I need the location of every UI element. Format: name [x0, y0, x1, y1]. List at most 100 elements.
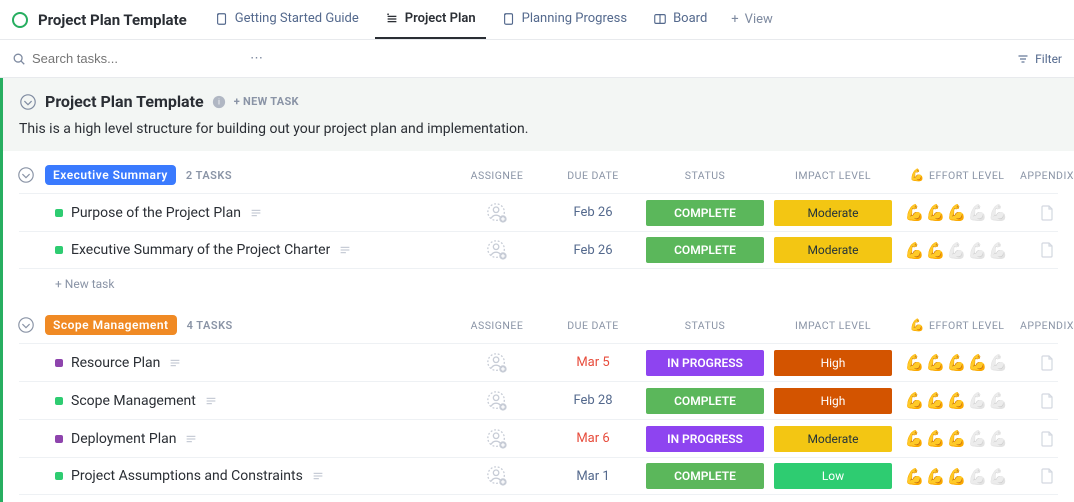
task-title[interactable]: Executive Summary of the Project Charter [71, 242, 330, 258]
description-icon[interactable] [338, 243, 352, 257]
task-title[interactable]: Deployment Plan [71, 431, 176, 447]
assignee-cell[interactable] [449, 465, 545, 487]
col-impact: IMPACT LEVEL [769, 169, 897, 182]
add-task-button[interactable]: + New task [19, 269, 1058, 301]
effort-cell[interactable]: 💪💪💪💪💪 [897, 241, 1017, 260]
tab-planning-progress[interactable]: Planning Progress [492, 0, 637, 39]
description-icon[interactable] [311, 469, 325, 483]
task-title[interactable]: Purpose of the Project Plan [71, 205, 241, 221]
task-name-cell: Resource Plan [19, 355, 449, 371]
status-cell[interactable]: COMPLETE [641, 463, 769, 489]
impact-cell[interactable]: Moderate [769, 426, 897, 452]
effort-cell[interactable]: 💪💪💪💪💪 [897, 391, 1017, 410]
appendix-cell[interactable] [1017, 392, 1074, 410]
filter-button[interactable]: Filter [1017, 52, 1062, 66]
task-row[interactable]: Deployment Plan Mar 6 IN PROGRESS Modera… [19, 419, 1058, 457]
info-icon[interactable]: i [212, 95, 226, 109]
assignee-cell[interactable] [449, 202, 545, 224]
status-dot-icon [55, 472, 63, 480]
topbar: Project Plan Template Getting Started Gu… [0, 0, 1074, 40]
task-row[interactable]: Project Assumptions and Constraints Mar … [19, 457, 1058, 495]
description-icon[interactable] [168, 356, 182, 370]
col-status: STATUS [641, 169, 769, 182]
page-title: Project Plan Template [38, 11, 187, 29]
due-date-cell[interactable]: Feb 26 [545, 205, 641, 220]
filter-icon [1017, 53, 1029, 65]
status-dot-icon [55, 246, 63, 254]
status-cell[interactable]: IN PROGRESS [641, 350, 769, 376]
section-task-count: 4 TASKS [187, 319, 233, 332]
status-cell[interactable]: COMPLETE [641, 388, 769, 414]
effort-cell[interactable]: 💪💪💪💪💪 [897, 353, 1017, 372]
description-icon[interactable] [204, 394, 218, 408]
col-due: DUE DATE [545, 169, 641, 182]
section-badge[interactable]: Executive Summary [45, 165, 176, 185]
task-row[interactable]: Executive Summary of the Project Charter… [19, 231, 1058, 269]
col-impact: IMPACT LEVEL [769, 319, 897, 332]
status-dot-icon [55, 359, 63, 367]
task-row[interactable]: Scope Management Feb 28 COMPLETE High 💪💪… [19, 381, 1058, 419]
impact-cell[interactable]: High [769, 388, 897, 414]
due-date-cell[interactable]: Mar 5 [545, 355, 641, 370]
tab-getting-started[interactable]: Getting Started Guide [205, 0, 369, 39]
status-cell[interactable]: IN PROGRESS [641, 426, 769, 452]
col-appendix: APPENDIX [1017, 169, 1074, 182]
status-cell[interactable]: COMPLETE [641, 200, 769, 226]
more-menu-button[interactable]: ⋯ [250, 51, 263, 66]
search-input[interactable] [32, 51, 232, 66]
searchbar: ⋯ Filter [0, 40, 1074, 78]
tab-board[interactable]: Board [643, 0, 717, 39]
impact-cell[interactable]: Low [769, 463, 897, 489]
task-row[interactable]: Purpose of the Project Plan Feb 26 COMPL… [19, 193, 1058, 231]
collapse-toggle-icon[interactable] [19, 93, 37, 111]
effort-cell[interactable]: 💪💪💪💪💪 [897, 429, 1017, 448]
appendix-cell[interactable] [1017, 354, 1074, 372]
description-icon[interactable] [184, 432, 198, 446]
collapse-toggle-icon[interactable] [17, 316, 35, 334]
flex-arm-icon: 💪 [910, 318, 925, 332]
impact-cell[interactable]: High [769, 350, 897, 376]
add-view-button[interactable]: + View [723, 0, 781, 39]
assignee-cell[interactable] [449, 352, 545, 374]
appendix-cell[interactable] [1017, 204, 1074, 222]
assignee-cell[interactable] [449, 239, 545, 261]
search-icon [12, 52, 26, 66]
collapse-toggle-icon[interactable] [17, 166, 35, 184]
impact-cell[interactable]: Moderate [769, 200, 897, 226]
appendix-cell[interactable] [1017, 430, 1074, 448]
new-task-button[interactable]: + NEW TASK [234, 95, 299, 108]
col-due: DUE DATE [545, 319, 641, 332]
impact-cell[interactable]: Moderate [769, 237, 897, 263]
svg-text:i: i [218, 97, 220, 106]
status-cell[interactable]: COMPLETE [641, 237, 769, 263]
status-chip: COMPLETE [646, 237, 764, 263]
task-name-cell: Scope Management [19, 393, 449, 409]
add-task-button[interactable]: + New task [19, 495, 1058, 502]
assignee-cell[interactable] [449, 390, 545, 412]
task-title[interactable]: Project Assumptions and Constraints [71, 468, 303, 484]
assignee-cell[interactable] [449, 428, 545, 450]
file-icon [1039, 241, 1055, 259]
due-date-cell[interactable]: Feb 28 [545, 393, 641, 408]
status-dot-icon [55, 397, 63, 405]
description-icon[interactable] [249, 206, 263, 220]
filter-label: Filter [1035, 52, 1062, 66]
section: Executive Summary 2 TASKS ASSIGNEE DUE D… [3, 151, 1074, 301]
due-date-cell[interactable]: Mar 1 [545, 469, 641, 484]
section-badge[interactable]: Scope Management [45, 315, 177, 335]
due-date-cell[interactable]: Feb 26 [545, 243, 641, 258]
list-pin-icon [385, 12, 399, 26]
effort-cell[interactable]: 💪💪💪💪💪 [897, 467, 1017, 486]
effort-cell[interactable]: 💪💪💪💪💪 [897, 203, 1017, 222]
impact-chip: Moderate [774, 237, 892, 263]
tab-project-plan[interactable]: Project Plan [375, 0, 486, 39]
appendix-cell[interactable] [1017, 241, 1074, 259]
section-header-left: Executive Summary 2 TASKS [19, 165, 449, 185]
appendix-cell[interactable] [1017, 467, 1074, 485]
task-name-cell: Deployment Plan [19, 431, 449, 447]
board-icon [653, 12, 667, 26]
task-row[interactable]: Resource Plan Mar 5 IN PROGRESS High 💪💪💪… [19, 343, 1058, 381]
task-title[interactable]: Resource Plan [71, 355, 160, 371]
due-date-cell[interactable]: Mar 6 [545, 431, 641, 446]
task-title[interactable]: Scope Management [71, 393, 196, 409]
